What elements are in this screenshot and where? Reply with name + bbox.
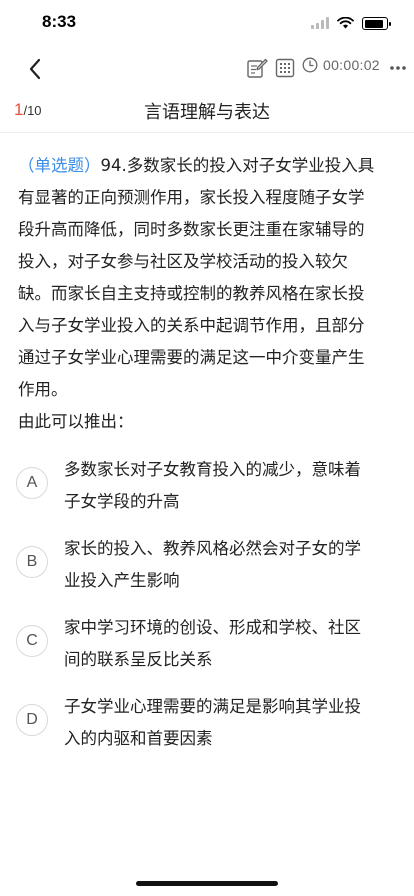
- option-line: 家长的投入、教养风格必然会对子女的学: [64, 539, 361, 558]
- question-line: 通过子女学业心理需要的满足这一中介变量产生: [18, 348, 365, 367]
- more-dots-icon: [390, 66, 406, 70]
- option-letter: C: [16, 625, 48, 657]
- more-button[interactable]: [387, 57, 409, 79]
- edit-note-icon: [247, 58, 268, 78]
- home-indicator[interactable]: [136, 881, 278, 886]
- notes-button[interactable]: [246, 57, 268, 79]
- answer-sheet-button[interactable]: [274, 57, 296, 79]
- option-b[interactable]: B 家长的投入、教养风格必然会对子女的学 业投入产生影响: [16, 533, 402, 597]
- back-button[interactable]: [20, 54, 50, 84]
- option-letter: B: [16, 546, 48, 578]
- battery-icon: [362, 17, 391, 30]
- option-line: 间的联系呈反比关系: [64, 650, 213, 669]
- option-a[interactable]: A 多数家长对子女教育投入的减少，意味着 子女学段的升高: [16, 454, 402, 518]
- status-icons: [311, 14, 391, 33]
- question-line: 作用。: [18, 380, 68, 399]
- question-line: 缺。而家长自主支持或控制的教养风格在家长投: [18, 284, 365, 303]
- subject-title: 言语理解与表达: [144, 102, 270, 123]
- top-toolbar: 00:00:02: [0, 46, 414, 90]
- question-line-text: 94.多数家长的投入对子女学业投入具: [100, 156, 375, 175]
- signal-icon: [311, 14, 329, 33]
- option-text: 家长的投入、教养风格必然会对子女的学 业投入产生影响: [64, 533, 396, 597]
- question-line: （单选题）94.多数家长的投入对子女学业投入具: [18, 150, 398, 182]
- status-bar: 8:33: [0, 0, 414, 46]
- status-time: 8:33: [42, 12, 77, 31]
- option-c[interactable]: C 家中学习环境的创设、形成和学校、社区 间的联系呈反比关系: [16, 612, 402, 676]
- option-line: 多数家长对子女教育投入的减少，意味着: [64, 460, 361, 479]
- option-text: 子女学业心理需要的满足是影响其学业投 入的内驱和首要因素: [64, 691, 396, 755]
- option-text: 家中学习环境的创设、形成和学校、社区 间的联系呈反比关系: [64, 612, 396, 676]
- question-line: 段升高而降低，同时多数家长更注重在家辅导的: [18, 220, 365, 239]
- option-line: 业投入产生影响: [64, 571, 180, 590]
- option-line: 子女学段的升高: [64, 492, 180, 511]
- subheader: 1/10 言语理解与表达: [0, 90, 414, 133]
- question-line: 投入，对子女参与社区及学校活动的投入较欠: [18, 252, 348, 271]
- question-line: 有显著的正向预测作用，家长投入程度随子女学: [18, 188, 365, 207]
- question-prompt: 由此可以推出：: [18, 412, 134, 431]
- question-type: （单选题）: [18, 156, 101, 175]
- chevron-left-icon: [29, 58, 41, 80]
- option-letter: A: [16, 467, 48, 499]
- question-line: 入与子女学业投入的关系中起调节作用，且部分: [18, 316, 365, 335]
- option-line: 家中学习环境的创设、形成和学校、社区: [64, 618, 361, 637]
- wifi-icon: [337, 14, 354, 33]
- option-letter: D: [16, 704, 48, 736]
- option-line: 入的内驱和首要因素: [64, 729, 213, 748]
- option-text: 多数家长对子女教育投入的减少，意味着 子女学段的升高: [64, 454, 396, 518]
- clock-icon: [302, 57, 318, 73]
- option-d[interactable]: D 子女学业心理需要的满足是影响其学业投 入的内驱和首要因素: [16, 691, 402, 755]
- timer-text: 00:00:02: [323, 57, 380, 73]
- timer[interactable]: 00:00:02: [302, 57, 380, 73]
- answer-sheet-icon: [275, 58, 295, 78]
- question-stem: （单选题）94.多数家长的投入对子女学业投入具 有显著的正向预测作用，家长投入程…: [18, 150, 398, 438]
- option-line: 子女学业心理需要的满足是影响其学业投: [64, 697, 361, 716]
